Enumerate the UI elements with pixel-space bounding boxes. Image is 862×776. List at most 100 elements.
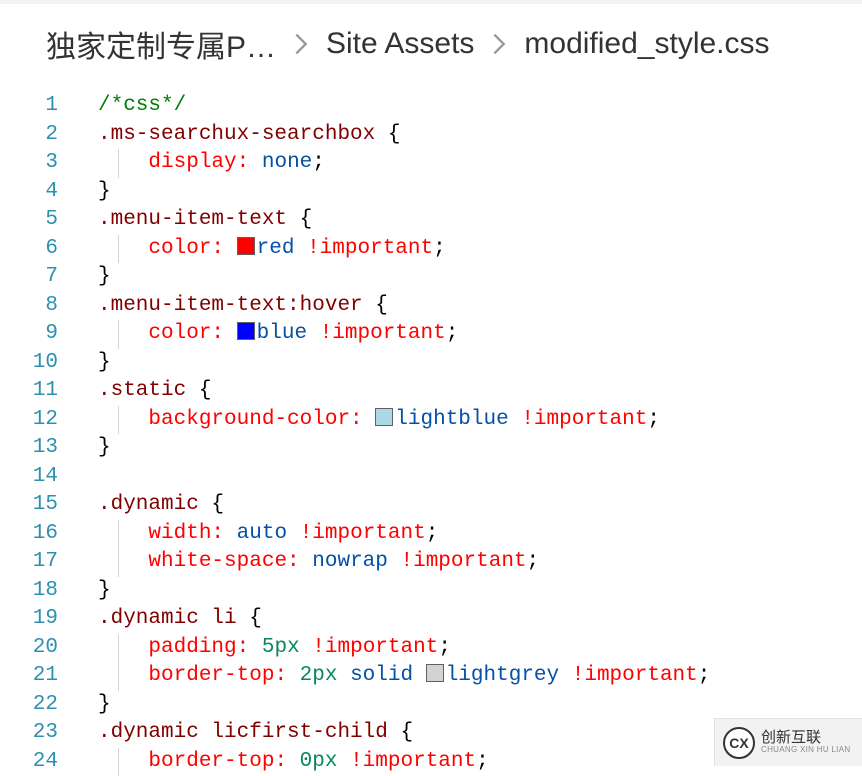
breadcrumb-item-folder[interactable]: Site Assets (326, 27, 474, 61)
watermark-text: 创新互联 CHUANG XIN HU LIAN (761, 730, 850, 755)
code-token: ; (446, 322, 459, 345)
code-line[interactable]: color: blue !important; (98, 320, 862, 349)
code-token (224, 237, 237, 260)
breadcrumb: 独家定制专属P… Site Assets modified_style.css (0, 4, 862, 90)
code-token (307, 322, 320, 345)
code-token (249, 151, 262, 174)
code-line[interactable]: padding: 5px !important; (98, 634, 862, 663)
code-token: ; (527, 550, 540, 573)
line-number: 17 (0, 548, 58, 577)
code-token (337, 750, 350, 773)
code-editor[interactable]: 123456789101112131415161718192021222324 … (0, 90, 862, 776)
code-token: { (287, 208, 312, 231)
code-token (388, 550, 401, 573)
code-token (98, 636, 148, 659)
code-token: .menu-item-text (98, 208, 287, 231)
code-token: !important (521, 408, 647, 431)
code-token (224, 322, 237, 345)
code-token: ; (438, 636, 451, 659)
chevron-right-icon (492, 33, 506, 55)
code-token: solid (350, 664, 413, 687)
line-number: 14 (0, 463, 58, 492)
code-token: } (98, 579, 111, 602)
breadcrumb-item-file: modified_style.css (524, 27, 769, 61)
code-token: blue (257, 322, 307, 345)
code-token: nowrap (312, 550, 388, 573)
code-line[interactable]: } (98, 263, 862, 292)
watermark-logo-icon: CX (723, 727, 755, 759)
code-token: 0px (300, 750, 338, 773)
code-line[interactable]: /*css*/ (98, 92, 862, 121)
color-swatch-icon (375, 408, 393, 426)
line-number: 15 (0, 491, 58, 520)
code-line[interactable]: .static { (98, 377, 862, 406)
line-number: 3 (0, 149, 58, 178)
code-line[interactable]: } (98, 577, 862, 606)
code-token (337, 664, 350, 687)
line-number: 20 (0, 634, 58, 663)
code-token (413, 664, 426, 687)
code-token (300, 636, 313, 659)
code-token: ; (433, 237, 446, 260)
line-number: 10 (0, 349, 58, 378)
code-line[interactable]: .dynamic { (98, 491, 862, 520)
code-token (287, 522, 300, 545)
code-line[interactable]: border-top: 2px solid lightgrey !importa… (98, 662, 862, 691)
code-token (98, 522, 148, 545)
code-token: !important (572, 664, 698, 687)
line-number: 7 (0, 263, 58, 292)
code-token (98, 408, 148, 431)
line-number: 1 (0, 92, 58, 121)
code-token: .dynamic (98, 493, 199, 516)
code-line[interactable]: display: none; (98, 149, 862, 178)
code-token: /*css*/ (98, 94, 186, 117)
code-token: white-space: (148, 550, 299, 573)
code-token: 5px (262, 636, 300, 659)
code-token: !important (350, 750, 476, 773)
code-token: !important (307, 237, 433, 260)
code-token (98, 151, 148, 174)
code-token: { (199, 493, 224, 516)
code-line[interactable]: .menu-item-text { (98, 206, 862, 235)
code-token (363, 408, 376, 431)
code-token: 2px (300, 664, 338, 687)
code-line[interactable]: color: red !important; (98, 235, 862, 264)
line-number: 19 (0, 605, 58, 634)
code-line[interactable]: white-space: nowrap !important; (98, 548, 862, 577)
code-token: ; (426, 522, 439, 545)
code-token: !important (401, 550, 527, 573)
code-content[interactable]: /*css*/ .ms-searchux-searchbox { display:… (78, 92, 862, 776)
code-token: } (98, 693, 111, 716)
code-token: !important (300, 522, 426, 545)
code-line[interactable]: background-color: lightblue !important; (98, 406, 862, 435)
watermark-badge: CX 创新互联 CHUANG XIN HU LIAN (714, 718, 862, 766)
line-number: 24 (0, 748, 58, 776)
code-token: color: (148, 237, 224, 260)
code-line[interactable]: } (98, 691, 862, 720)
code-token: } (98, 265, 111, 288)
code-line[interactable]: .ms-searchux-searchbox { (98, 121, 862, 150)
code-token: } (98, 351, 111, 374)
code-token: padding: (148, 636, 249, 659)
code-token: color: (148, 322, 224, 345)
code-token (224, 522, 237, 545)
line-number: 2 (0, 121, 58, 150)
code-line[interactable]: width: auto !important; (98, 520, 862, 549)
code-token (509, 408, 522, 431)
line-number: 11 (0, 377, 58, 406)
line-number: 8 (0, 292, 58, 321)
code-token: none (262, 151, 312, 174)
code-token: display: (148, 151, 249, 174)
code-line[interactable]: } (98, 178, 862, 207)
code-token (249, 636, 262, 659)
code-token: auto (237, 522, 287, 545)
code-line[interactable]: } (98, 349, 862, 378)
code-line[interactable]: .dynamic li { (98, 605, 862, 634)
code-token: } (98, 436, 111, 459)
code-line[interactable] (98, 463, 862, 492)
code-line[interactable]: } (98, 434, 862, 463)
breadcrumb-item-root[interactable]: 独家定制专属P… (46, 22, 276, 66)
code-line[interactable]: .menu-item-text:hover { (98, 292, 862, 321)
line-number: 13 (0, 434, 58, 463)
code-token: { (375, 123, 400, 146)
